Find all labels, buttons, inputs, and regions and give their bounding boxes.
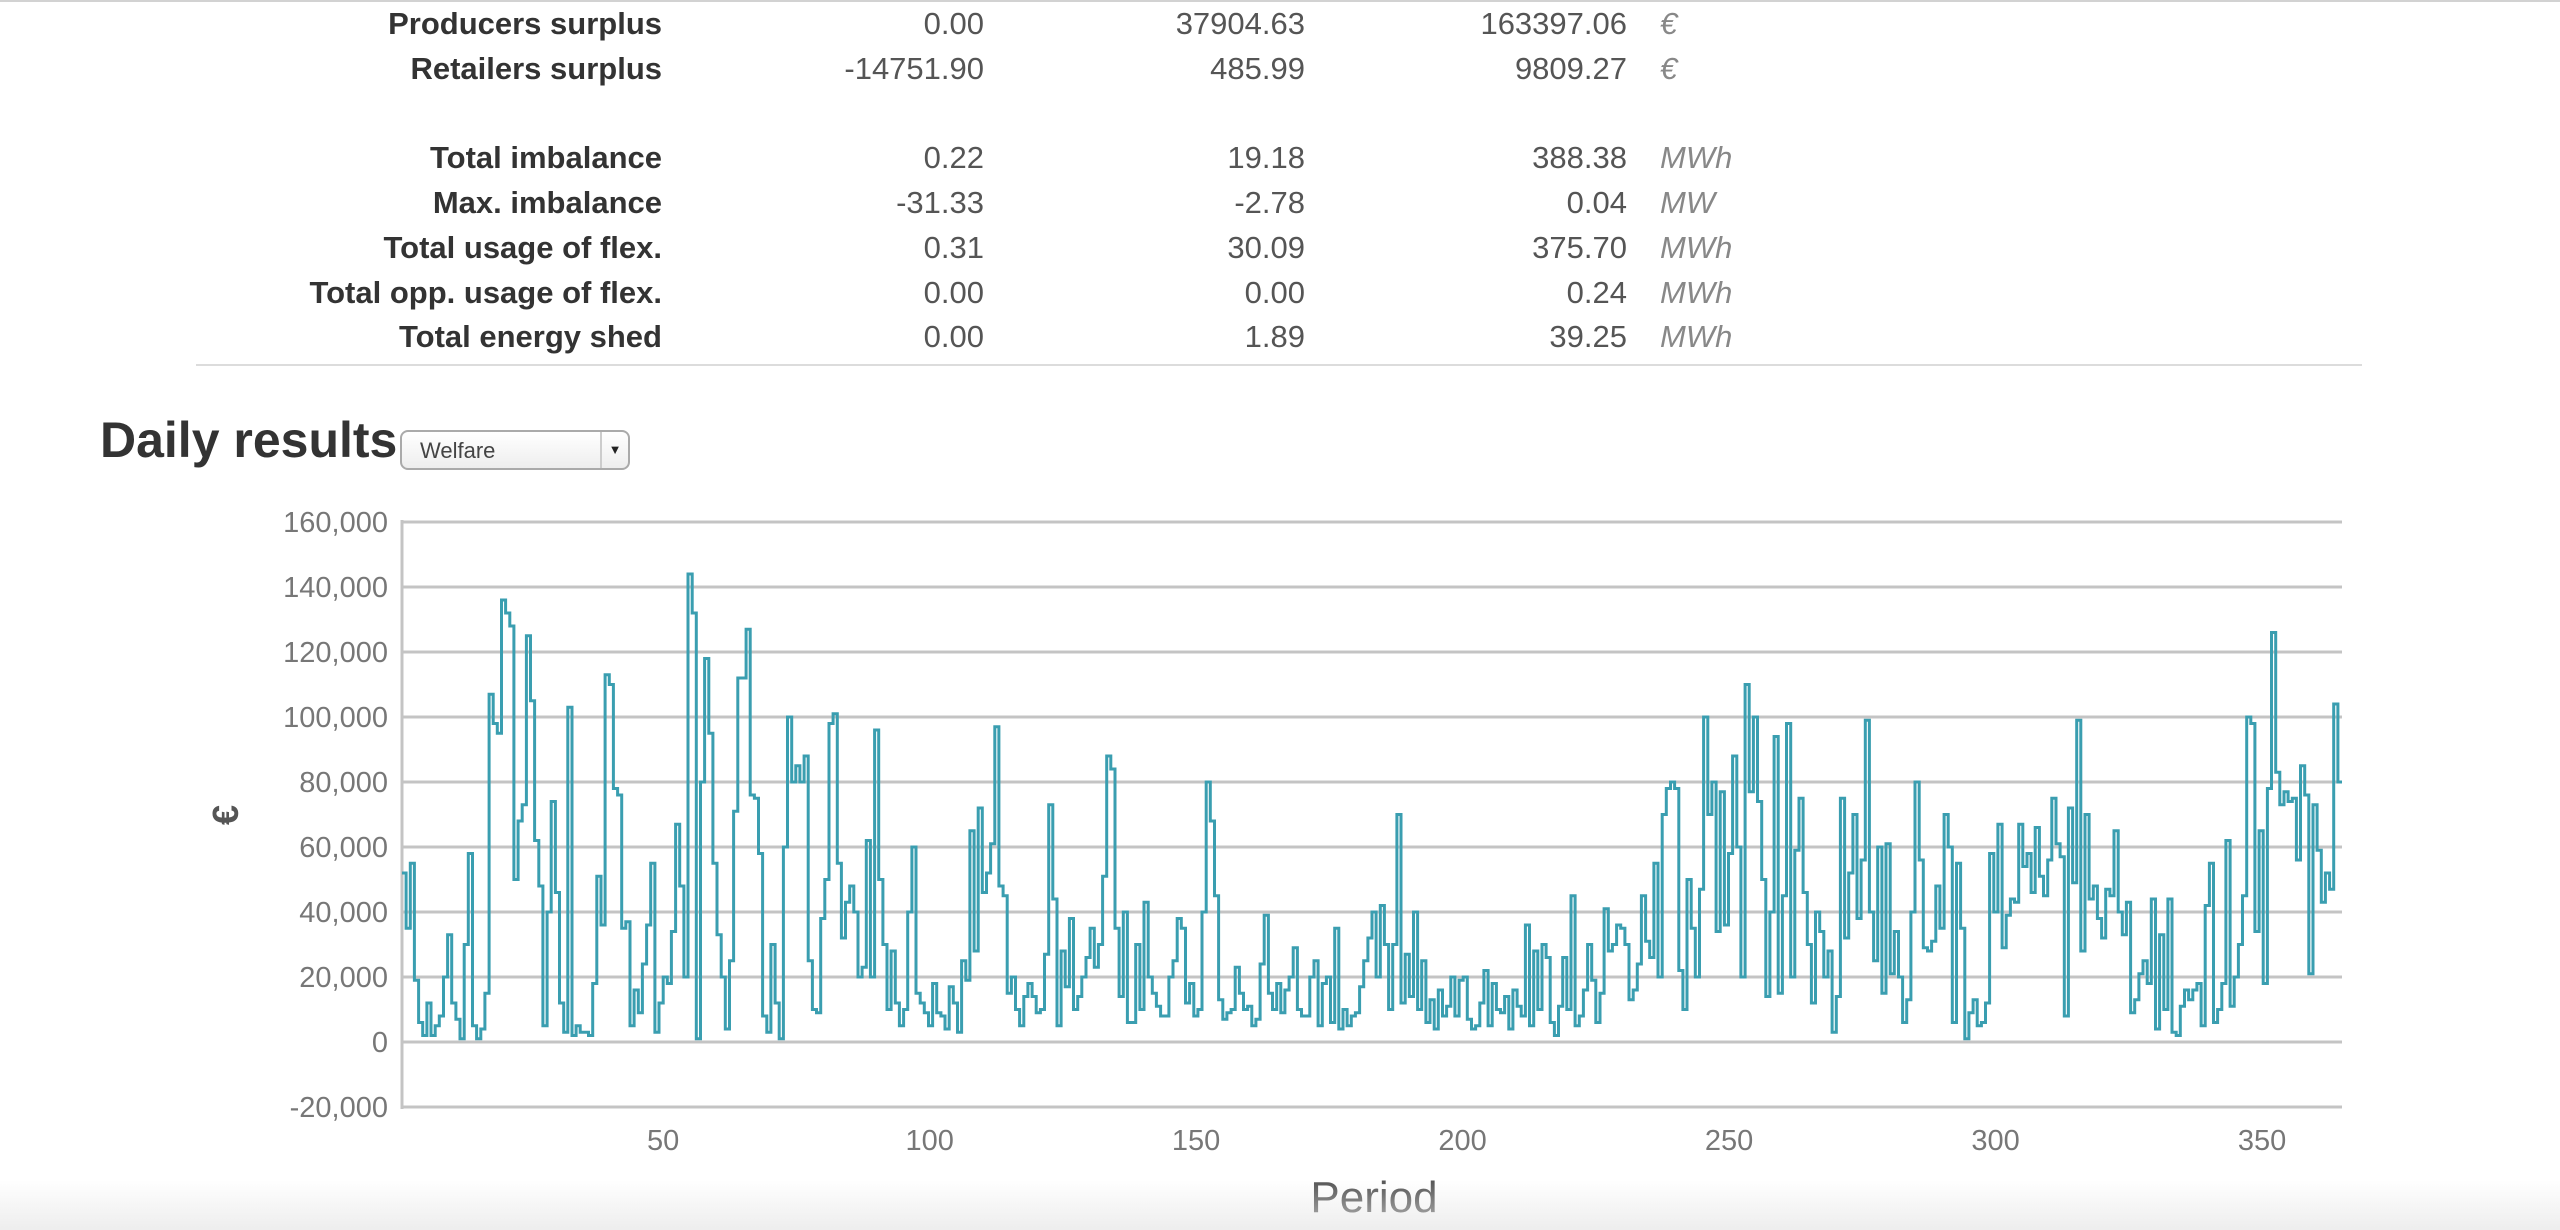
row-value-3: 163397.06: [1480, 6, 1627, 41]
row-value-1: 0.00: [923, 6, 984, 41]
x-tick-label: 350: [2238, 1125, 2286, 1157]
y-tick-label: 20,000: [299, 962, 388, 994]
x-tick-label: 150: [1172, 1125, 1220, 1157]
row-unit: MWh: [1660, 319, 1733, 354]
x-tick-label: 100: [905, 1125, 953, 1157]
y-tick-label: 60,000: [299, 832, 388, 864]
x-tick-label: 250: [1705, 1125, 1753, 1157]
row-label: Total usage of flex.: [383, 230, 662, 265]
row-value-1: 0.00: [923, 275, 984, 310]
daily-chart: -20,000 0 20,000 40,000 60,000 80,000 100,000 1…: [205, 507, 2342, 1222]
y-tick-label: 100,000: [283, 702, 388, 734]
summary-row: Max. imbalance -31.33 -2.78 0.04 MW: [0, 181, 2560, 225]
row-value-3: 9809.27: [1514, 51, 1627, 86]
row-unit: MWh: [1660, 140, 1733, 175]
row-value-1: 0.31: [923, 230, 984, 265]
row-value-2: 0.00: [1244, 275, 1305, 310]
y-tick-label: 40,000: [299, 897, 388, 929]
row-value-2: 37904.63: [1175, 6, 1305, 41]
x-tick-label: 50: [647, 1125, 679, 1157]
chevron-down-icon: ▼: [600, 432, 628, 468]
x-tick-label: 200: [1438, 1125, 1486, 1157]
summary-row: Total energy shed 0.00 1.89 39.25 MWh: [0, 315, 2560, 359]
summary-row: Total opp. usage of flex. 0.00 0.00 0.24 MWh: [0, 271, 2560, 315]
x-axis-label: Period: [1310, 1173, 1437, 1222]
summary-row: Total imbalance 0.22 19.18 388.38 MWh: [0, 136, 2560, 180]
row-unit: €: [1660, 51, 1678, 86]
row-label: Total opp. usage of flex.: [309, 275, 662, 310]
y-tick-label: -20,000: [290, 1092, 388, 1124]
row-label: Total energy shed: [399, 319, 662, 354]
metric-select-value: Welfare: [420, 438, 496, 463]
series-line: [402, 572, 2342, 1041]
row-value-3: 0.04: [1566, 185, 1627, 220]
row-label: Producers surplus: [388, 6, 662, 41]
summary-row: Total usage of flex. 0.31 30.09 375.70 MWh: [0, 226, 2560, 270]
metric-select[interactable]: Welfare ▼: [400, 430, 630, 470]
y-tick-label: 120,000: [283, 637, 388, 669]
section-title: Daily results: [100, 412, 398, 468]
x-tick-label: 300: [1971, 1125, 2019, 1157]
summary-row: Producers surplus 0.00 37904.63 163397.06 €: [0, 2, 2560, 46]
y-axis-label: €: [205, 805, 246, 825]
y-tick-label: 80,000: [299, 767, 388, 799]
row-value-2: -2.78: [1234, 185, 1305, 220]
y-tick-label: 140,000: [283, 572, 388, 604]
row-label: Total imbalance: [430, 140, 662, 175]
summary-table: Producers surplus 0.00 37904.63 163397.06 € R…: [0, 0, 2560, 372]
row-value-1: 0.22: [923, 140, 984, 175]
row-value-3: 0.24: [1566, 275, 1627, 310]
y-tick-label: 160,000: [283, 507, 388, 539]
y-tick-label: 0: [372, 1027, 388, 1059]
row-unit: MWh: [1660, 275, 1733, 310]
row-unit: MWh: [1660, 230, 1733, 265]
row-label: Max. imbalance: [432, 185, 662, 220]
table-divider: [196, 364, 2362, 366]
row-value-2: 19.18: [1227, 140, 1305, 175]
row-value-3: 375.70: [1532, 230, 1627, 265]
row-value-1: -14751.90: [844, 51, 984, 86]
row-value-3: 39.25: [1549, 319, 1627, 354]
row-value-1: -31.33: [896, 185, 984, 220]
row-value-3: 388.38: [1532, 140, 1627, 175]
row-label: Retailers surplus: [410, 51, 662, 86]
row-value-2: 485.99: [1210, 51, 1305, 86]
row-unit: €: [1660, 6, 1678, 41]
row-value-2: 30.09: [1227, 230, 1305, 265]
row-value-2: 1.89: [1244, 319, 1305, 354]
summary-row: Retailers surplus -14751.90 485.99 9809.27 €: [0, 47, 2560, 91]
row-value-1: 0.00: [923, 319, 984, 354]
row-unit: MW: [1660, 185, 1716, 220]
